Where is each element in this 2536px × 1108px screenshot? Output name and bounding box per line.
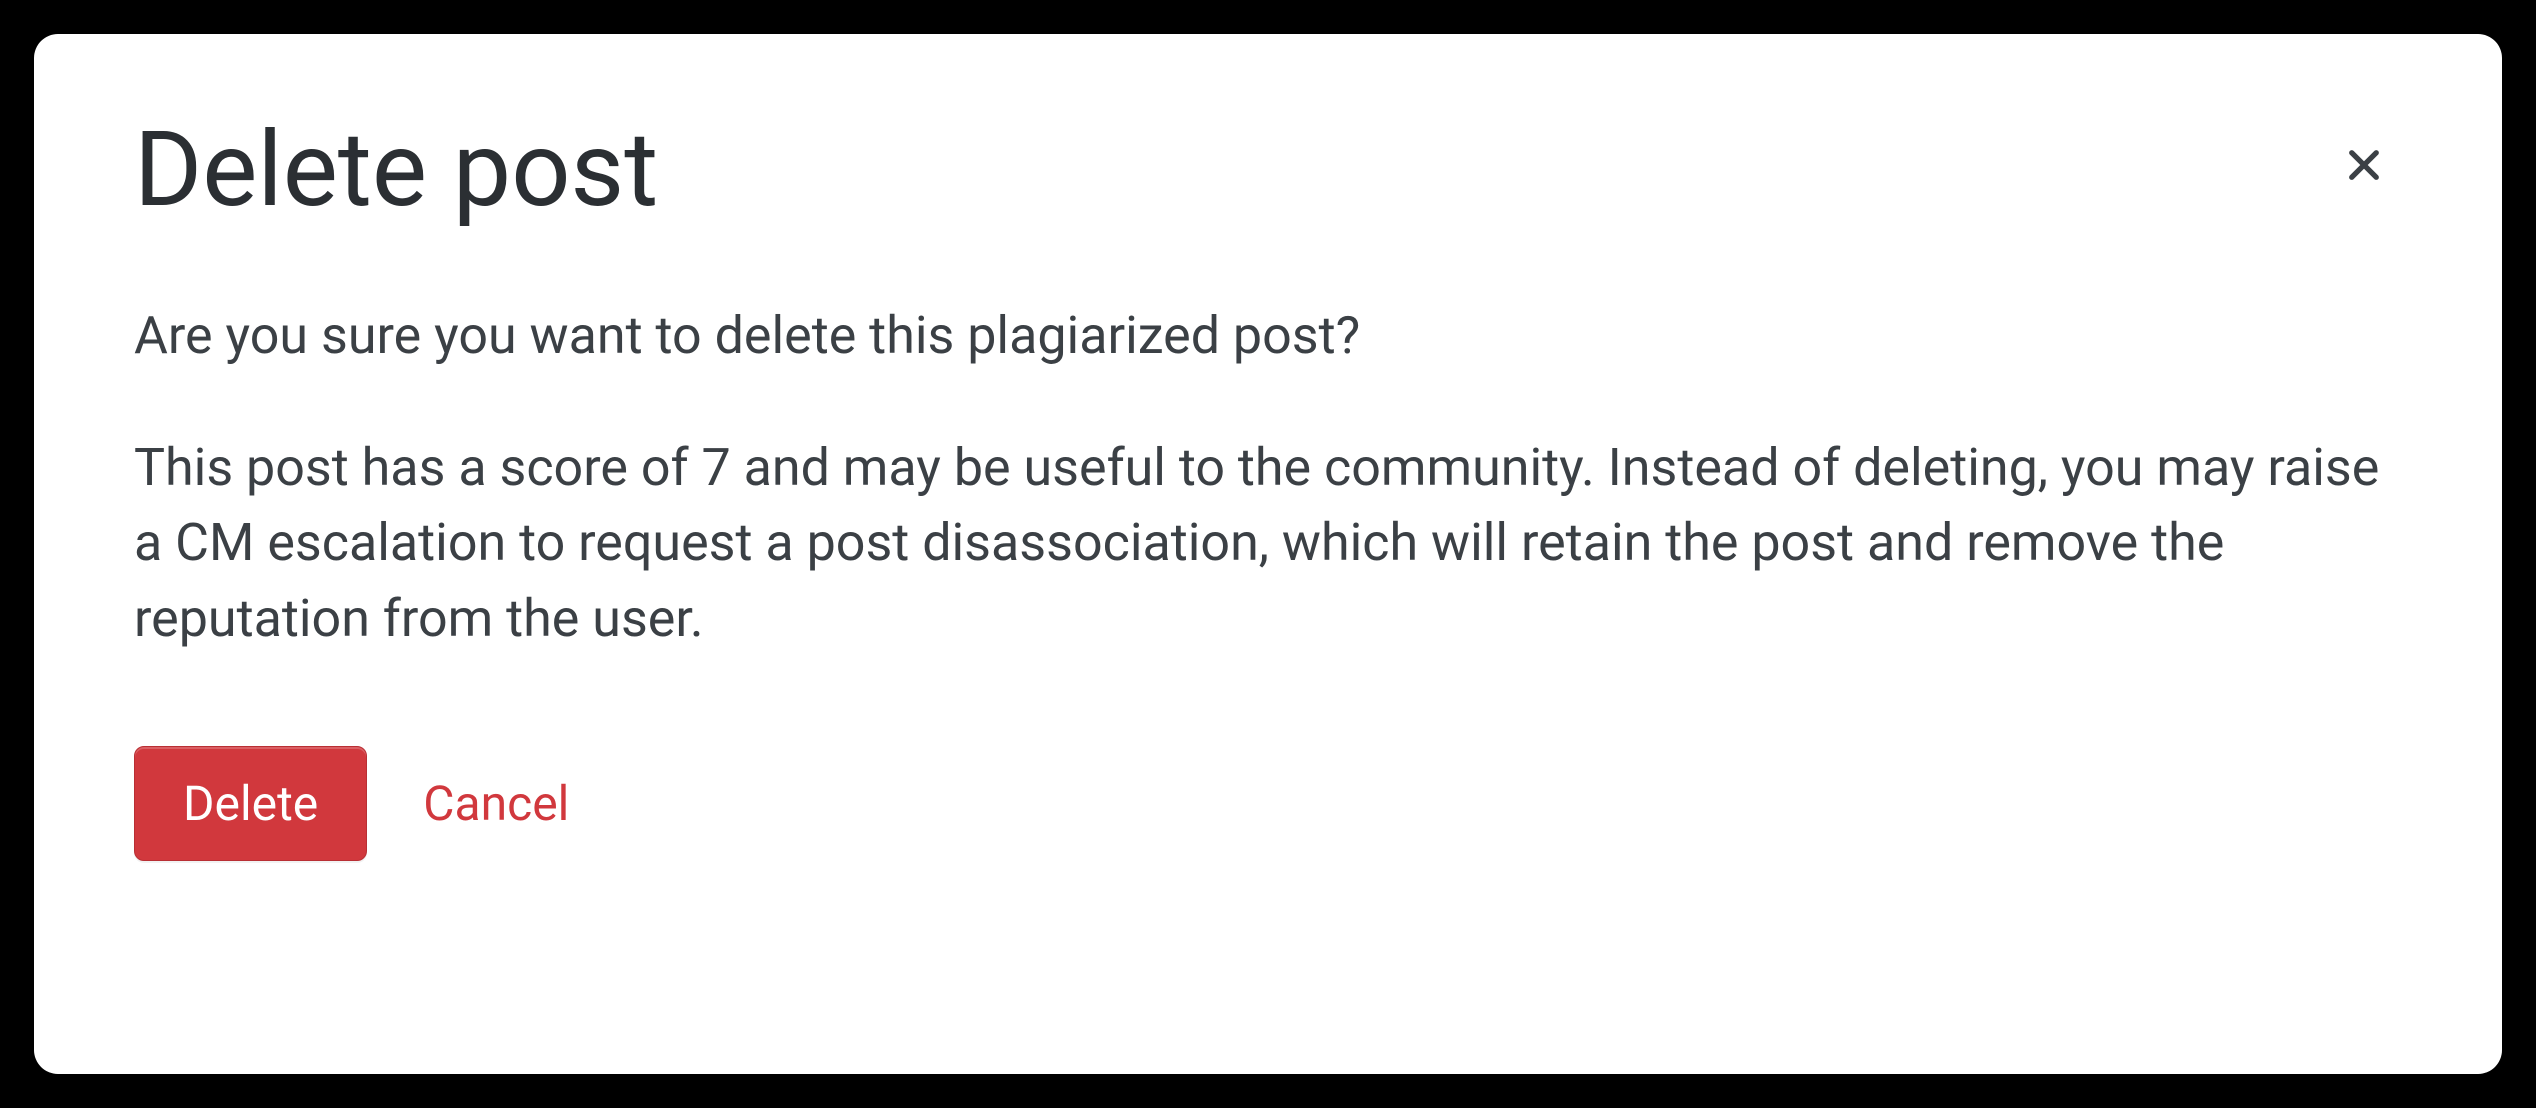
dialog-header: Delete post [134,114,2402,228]
cancel-button[interactable]: Cancel [423,775,569,832]
dialog-title: Delete post [134,114,2402,228]
dialog-footer: Delete Cancel [134,746,2402,861]
delete-post-dialog: Delete post Are you sure you want to del… [34,34,2502,1074]
delete-button[interactable]: Delete [134,746,367,861]
close-icon [2343,144,2385,189]
dialog-message-2: This post has a score of 7 and may be us… [134,430,2402,656]
dialog-message-1: Are you sure you want to delete this pla… [134,298,2402,373]
dialog-body: Are you sure you want to delete this pla… [134,298,2402,656]
close-button[interactable] [2336,138,2392,194]
